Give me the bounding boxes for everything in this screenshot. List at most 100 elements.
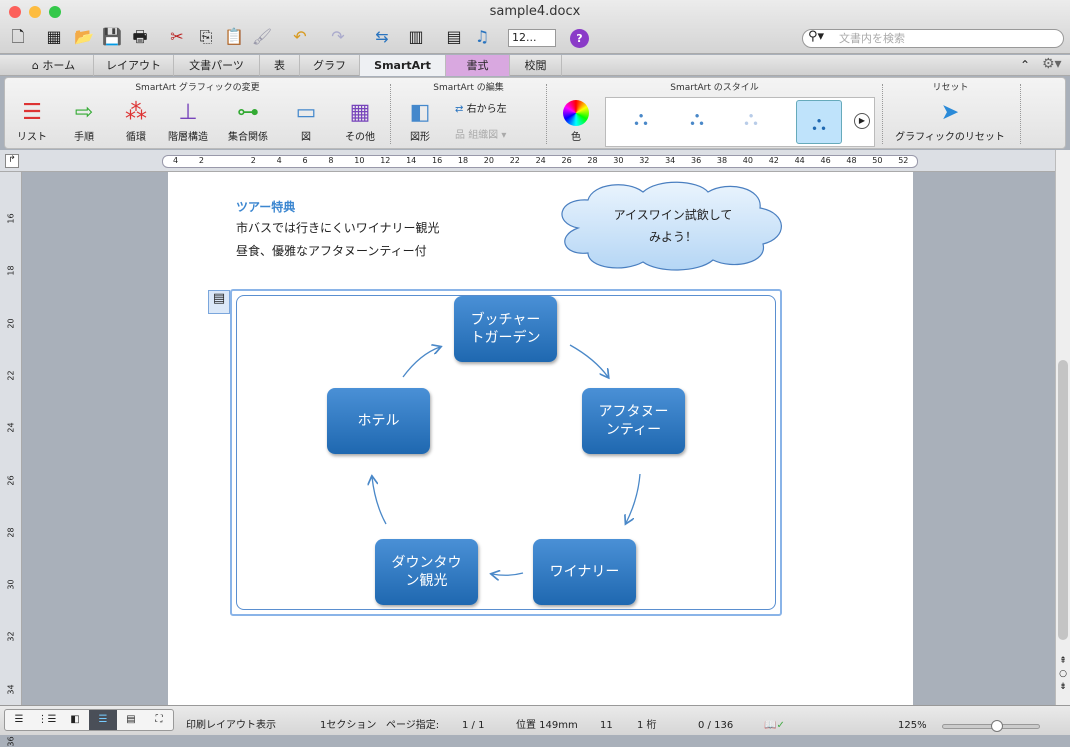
- style-option[interactable]: ⛬: [690, 106, 704, 130]
- smartart-node[interactable]: ホテル: [327, 388, 430, 454]
- collapse-ribbon-icon[interactable]: ⌃: [1020, 58, 1030, 72]
- outline-view-icon[interactable]: ⋮☰: [33, 710, 61, 730]
- relationship-button[interactable]: ⊶ 集合関係: [223, 98, 273, 143]
- hierarchy-icon: ⊥: [178, 100, 198, 125]
- search-input[interactable]: 文書内を検索: [802, 29, 1064, 48]
- process-icon: ⇨: [74, 100, 94, 125]
- tab-home[interactable]: ⌂ ホーム: [14, 55, 94, 76]
- tab-stop-selector[interactable]: ↱: [5, 154, 19, 168]
- tab-document-parts[interactable]: 文書パーツ: [174, 55, 260, 76]
- org-chart-button[interactable]: 品 組織図 ▾: [455, 126, 506, 141]
- right-to-left-button[interactable]: ⇄ 右から左: [455, 100, 507, 115]
- publishing-view-icon[interactable]: ◧: [61, 710, 89, 730]
- ruler-scale[interactable]: 4 2 2 4 6 8 10 12 14 16 18 20 22 24 26 28 30 32 34 36 38 40 42…: [162, 155, 918, 168]
- cut-icon[interactable]: ✂: [165, 26, 189, 48]
- ruler-tick-label: 40: [742, 156, 753, 165]
- tab-label: ホーム: [42, 59, 76, 72]
- style-option[interactable]: ⛬: [634, 106, 648, 130]
- hierarchy-button[interactable]: ⊥ 階層構造: [163, 98, 213, 143]
- page-navigation-icon[interactable]: ⇞ ○ ⇟: [1057, 655, 1069, 694]
- word-count[interactable]: 0 / 136: [698, 718, 733, 734]
- search-icon: ⚲▾: [808, 29, 825, 44]
- button-label: 色: [571, 132, 581, 143]
- tab-smartart[interactable]: SmartArt: [360, 55, 446, 76]
- new-document-icon[interactable]: 🗋: [6, 26, 30, 48]
- ruler-tick-label: 48: [846, 156, 857, 165]
- picture-icon: ▭: [295, 100, 317, 125]
- group-title: SmartArt グラフィックの変更: [135, 83, 260, 93]
- zoom-slider-thumb[interactable]: [991, 720, 1003, 732]
- redo-icon[interactable]: ↷: [326, 26, 350, 48]
- ruler-tick-label: 34: [6, 684, 16, 695]
- smartart-node[interactable]: アフタヌー ンティー: [582, 388, 685, 454]
- other-icon: ▦: [349, 100, 371, 125]
- ruler-tick-label: 32: [639, 156, 650, 165]
- tab-format[interactable]: 書式: [446, 55, 510, 76]
- ruler-tick-label: 6: [302, 156, 308, 165]
- smartart-node[interactable]: ワイナリー: [533, 539, 636, 605]
- paragraph-marks-icon[interactable]: ⇆: [370, 26, 394, 48]
- ruler-tick-label: 32: [6, 631, 16, 642]
- open-icon[interactable]: 📂: [72, 26, 96, 48]
- spelling-check-icon[interactable]: 📖✓: [764, 718, 785, 734]
- print-layout-view-icon[interactable]: ☰: [89, 710, 117, 730]
- copy-icon[interactable]: ⎘: [194, 26, 218, 48]
- horizontal-ruler: ↱ 4 2 2 4 6 8 10 12 14 16 18 20 22 24 26 28 30 32 34 36 38 40…: [0, 150, 1070, 172]
- tab-review[interactable]: 校閲: [510, 55, 562, 76]
- smartart-node[interactable]: ブッチャー トガーデン: [454, 296, 557, 362]
- gear-icon[interactable]: ⚙▾: [1042, 56, 1062, 72]
- cycle-arrow: [626, 473, 641, 523]
- text-pane-icon[interactable]: ▤: [208, 290, 230, 314]
- button-label: 循環: [126, 132, 146, 143]
- picture-button[interactable]: ▭ 図: [281, 98, 331, 143]
- cycle-button[interactable]: ⁂ 循環: [111, 98, 161, 143]
- sidebar-icon[interactable]: ▥: [404, 26, 428, 48]
- zoom-slider[interactable]: [942, 720, 1040, 732]
- tab-chart[interactable]: グラフ: [300, 55, 360, 76]
- title-toolbar: sample4.docx 🗋 ▦ 📂 💾 🖶 ✂ ⎘ 📋 🖌 ↶ ↷ ⇆ ▥ ▤…: [0, 0, 1070, 54]
- body-line: 昼食、優雅なアフタヌーンティー付: [236, 244, 427, 258]
- tab-table[interactable]: 表: [260, 55, 300, 76]
- format-painter-icon[interactable]: 🖌: [250, 26, 274, 48]
- divider: [882, 84, 883, 144]
- ruler-tick-label: 14: [406, 156, 417, 165]
- draft-view-icon[interactable]: ☰: [5, 710, 33, 730]
- ribbon: SmartArt グラフィックの変更 ☰ リスト ⇨ 手順 ⁂ 循環 ⊥ 階層構造 ⊶ 集…: [4, 77, 1066, 149]
- scrollbar-thumb[interactable]: [1058, 360, 1068, 640]
- cycle-icon: ⁂: [125, 100, 147, 125]
- media-browser-icon[interactable]: ♫: [470, 26, 494, 48]
- reset-graphic-button[interactable]: ➤ グラフィックのリセット: [885, 98, 1015, 143]
- divider: [390, 84, 391, 144]
- position: 位置 149mm: [516, 720, 578, 731]
- window-title: sample4.docx: [489, 4, 581, 19]
- zoom-level: 125%: [898, 720, 927, 731]
- ruler-tick-label: 26: [561, 156, 572, 165]
- zoom-select[interactable]: 12...: [508, 29, 556, 47]
- more-styles-icon[interactable]: ▶: [854, 113, 870, 129]
- shape-icon: ◧: [409, 100, 431, 125]
- other-button[interactable]: ▦ その他: [335, 98, 385, 143]
- style-option[interactable]: ⛬: [744, 106, 758, 130]
- process-button[interactable]: ⇨ 手順: [59, 98, 109, 143]
- save-icon[interactable]: 💾: [100, 26, 124, 48]
- gallery-icon[interactable]: ▦: [42, 26, 66, 48]
- print-icon[interactable]: 🖶: [128, 26, 152, 48]
- document-page[interactable]: ツアー特典 市バスでは行きにくいワイナリー観光 昼食、優雅なアフタヌーンティー付…: [168, 172, 913, 705]
- toolbox-icon[interactable]: ▤: [442, 26, 466, 48]
- ruler-tick-label: 16: [432, 156, 443, 165]
- color-button[interactable]: 色: [551, 98, 601, 143]
- notebook-view-icon[interactable]: ▤: [117, 710, 145, 730]
- help-icon[interactable]: ?: [570, 29, 589, 48]
- ruler-tick-label: 26: [6, 474, 16, 486]
- smartart-node[interactable]: ダウンタウ ン観光: [375, 539, 478, 605]
- vertical-scrollbar[interactable]: ⇞ ○ ⇟: [1055, 150, 1070, 705]
- style-gallery: ⛬ ⛬ ⛬ ⛬ ▶: [605, 97, 875, 147]
- tab-layout[interactable]: レイアウト: [94, 55, 174, 76]
- list-button[interactable]: ☰ リスト: [7, 98, 57, 143]
- shape-button[interactable]: ◧ 図形: [395, 98, 445, 143]
- focus-view-icon[interactable]: ⛶: [145, 710, 173, 730]
- vertical-ruler: 16 18 20 22 24 26 28 30 32 34 36: [0, 172, 22, 747]
- undo-icon[interactable]: ↶: [288, 26, 312, 48]
- paste-icon[interactable]: 📋: [222, 26, 246, 48]
- style-option-selected[interactable]: ⛬: [796, 100, 842, 144]
